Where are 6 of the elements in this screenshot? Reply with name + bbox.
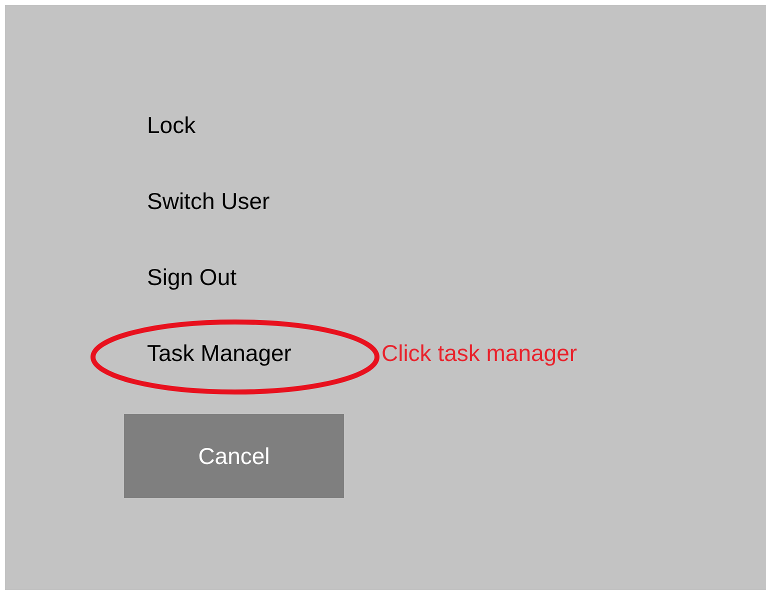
menu-item[interactable]: Task Manager bbox=[147, 338, 292, 368]
annotation-text: Click task manager bbox=[381, 339, 578, 368]
cancel-button[interactable]: Cancel bbox=[124, 414, 344, 498]
menu-item[interactable]: Lock bbox=[147, 110, 196, 140]
menu-item[interactable]: Sign Out bbox=[147, 262, 236, 292]
menu-item[interactable]: Switch User bbox=[147, 186, 270, 216]
